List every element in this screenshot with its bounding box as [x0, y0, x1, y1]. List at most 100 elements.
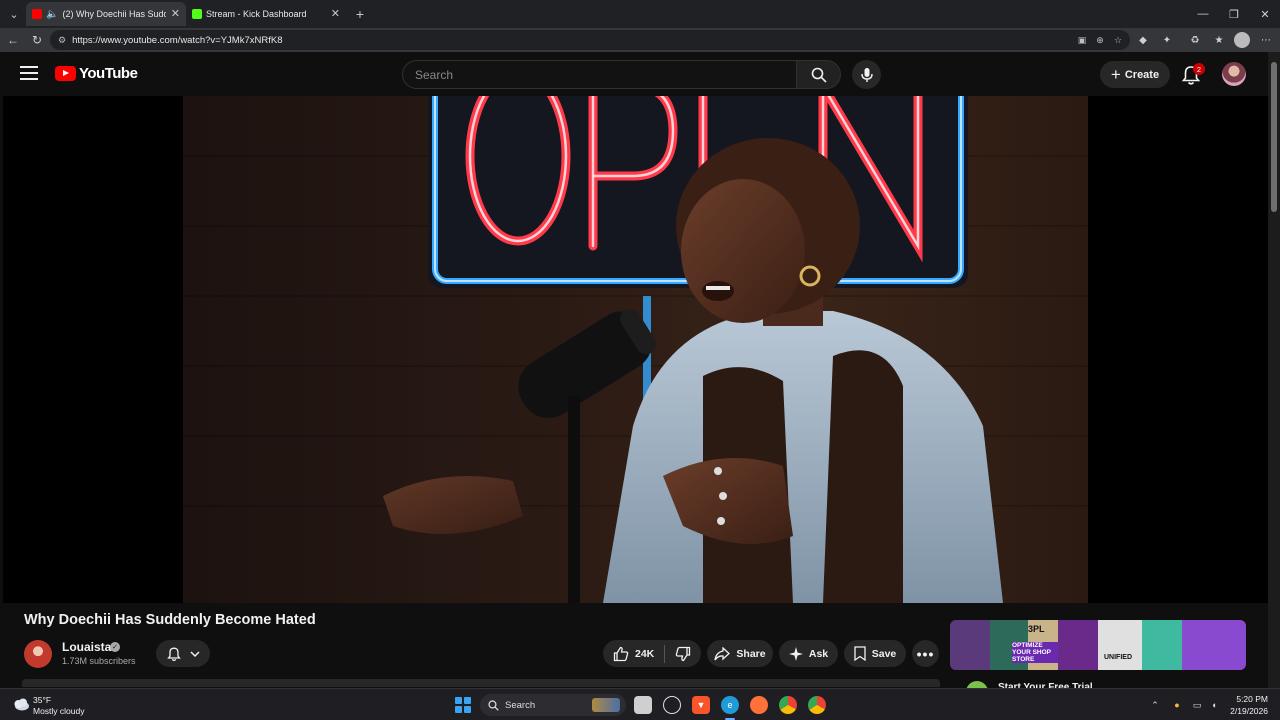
brave-browser-icon[interactable]: ▼: [692, 696, 710, 714]
create-label: Create: [1124, 68, 1160, 81]
bell-icon: [167, 647, 181, 661]
ring: [719, 492, 727, 500]
youtube-play-icon: [55, 66, 76, 81]
person-shirt: [603, 311, 1003, 603]
more-dots-icon: •••: [916, 645, 935, 662]
thumb-text: UNIFIED: [1104, 654, 1132, 661]
puzzle-icon[interactable]: ✦: [1159, 32, 1175, 48]
description-box[interactable]: [22, 679, 940, 687]
clock-time[interactable]: 5:20 PM: [1232, 694, 1268, 704]
reload-icon[interactable]: ↻: [27, 30, 47, 50]
weather-description[interactable]: Mostly cloudy: [33, 706, 85, 716]
url-text: https://www.youtube.com/watch?v=YJMk7xNR…: [72, 34, 283, 46]
save-label: Save: [871, 647, 897, 660]
address-bar[interactable]: ⚙ https://www.youtube.com/watch?v=YJMk7x…: [50, 30, 1130, 50]
video-player[interactable]: [3, 96, 1268, 603]
favorites-icon[interactable]: ★: [1211, 32, 1227, 48]
dislike-button[interactable]: [665, 640, 701, 667]
windows-start-icon[interactable]: [455, 697, 471, 713]
mic-stand: [568, 396, 580, 603]
thumb-tile: [950, 620, 990, 670]
tray-microphone-icon[interactable]: ●: [1170, 698, 1184, 712]
tab-kick[interactable]: Stream - Kick Dashboard ✕: [186, 2, 346, 26]
window-close-icon[interactable]: ✕: [1250, 4, 1280, 24]
search-icon: [488, 699, 499, 711]
share-arrow-icon: [714, 646, 731, 660]
bookmark-star-icon[interactable]: ☆: [1111, 33, 1125, 47]
youtube-wordmark: YouTube: [79, 65, 138, 82]
search-button[interactable]: [796, 60, 841, 89]
app-install-icon[interactable]: ▣: [1075, 33, 1089, 47]
more-actions-button[interactable]: •••: [912, 640, 939, 667]
minimize-icon[interactable]: —: [1188, 4, 1218, 24]
zoom-icon[interactable]: ⊕: [1093, 33, 1107, 47]
page-scrollbar[interactable]: [1268, 52, 1280, 688]
channel-name[interactable]: Louaista: [62, 640, 111, 654]
thumb-tile: [1182, 620, 1246, 670]
edge-browser-icon[interactable]: e: [721, 696, 739, 714]
notification-badge: 2: [1193, 63, 1205, 75]
menu-dots-icon[interactable]: ⋯: [1258, 32, 1274, 48]
close-tab-icon[interactable]: ✕: [171, 7, 180, 20]
task-view-icon[interactable]: [634, 696, 652, 714]
person-face: [681, 179, 805, 323]
tray-volume-icon[interactable]: ◖: [1207, 698, 1221, 712]
tab-list-chevron-icon[interactable]: ⌄: [4, 4, 24, 24]
youtube-favicon-icon: [32, 9, 42, 19]
restore-icon[interactable]: ❐: [1219, 4, 1249, 24]
hamburger-menu-icon[interactable]: [20, 66, 38, 80]
search-icon: [811, 67, 827, 83]
account-avatar[interactable]: [1222, 62, 1246, 86]
new-tab-icon[interactable]: +: [350, 4, 370, 24]
tray-network-icon[interactable]: ▭: [1190, 698, 1204, 712]
taskbar-search[interactable]: Search: [480, 694, 626, 716]
cloud-weather-icon[interactable]: [12, 697, 30, 711]
thumb-tile: [1142, 620, 1182, 670]
like-button[interactable]: 24K: [603, 640, 664, 667]
verified-check-icon: ✓: [110, 642, 120, 652]
thumb-tile: [1098, 620, 1142, 670]
thumbs-up-icon: [613, 646, 629, 661]
sparkle-icon: [788, 646, 803, 661]
youtube-header: YouTube Search + Create: [0, 52, 1268, 96]
voice-search-button[interactable]: [852, 60, 881, 89]
profile-icon[interactable]: [1234, 32, 1250, 48]
firefox-icon[interactable]: [750, 696, 768, 714]
like-dislike-group: 24K: [603, 640, 701, 667]
chrome-icon[interactable]: [779, 696, 797, 714]
speaker-icon[interactable]: 🔈: [46, 9, 58, 20]
back-icon[interactable]: ←: [3, 30, 23, 50]
weather-temperature[interactable]: 35°F: [33, 695, 51, 705]
copilot-icon[interactable]: [663, 696, 681, 714]
subscription-bell-button[interactable]: [156, 640, 210, 667]
scrollbar-thumb[interactable]: [1271, 62, 1277, 212]
thumb-tile: [1058, 620, 1098, 670]
channel-avatar[interactable]: [24, 640, 52, 668]
save-button[interactable]: Save: [844, 640, 906, 667]
youtube-logo[interactable]: YouTube: [55, 65, 138, 82]
search-input[interactable]: Search: [402, 60, 796, 89]
thumb-text: OPTIMIZE YOUR SHOP STORE: [1012, 642, 1058, 663]
plus-icon: +: [1110, 64, 1121, 84]
ask-label: Ask: [808, 647, 829, 660]
create-button[interactable]: + Create: [1100, 61, 1170, 88]
person-hand-right: [383, 476, 523, 534]
person-teeth: [706, 286, 730, 290]
ask-button[interactable]: Ask: [779, 640, 838, 667]
tab-youtube[interactable]: 🔈 (2) Why Doechii Has Suddenly Become Ha…: [26, 2, 186, 26]
sync-icon[interactable]: ♻: [1187, 32, 1203, 48]
thumb-text: 3PL: [1028, 624, 1045, 634]
tray-chevron-up-icon[interactable]: ⌃: [1148, 698, 1162, 712]
share-label: Share: [736, 647, 766, 660]
search-highlight-art: [592, 698, 620, 712]
share-button[interactable]: Share: [707, 640, 773, 667]
site-info-icon[interactable]: ⚙: [58, 35, 66, 46]
windows-taskbar: 35°F Mostly cloudy Search ▼ e ⌃ ● ▭ ◖ 5:…: [0, 688, 1280, 720]
close-tab-icon[interactable]: ✕: [331, 7, 340, 20]
browser-tab-strip: ⌄ 🔈 (2) Why Doechii Has Suddenly Become …: [0, 0, 1280, 28]
clock-date[interactable]: 2/19/2026: [1225, 706, 1268, 716]
chevron-down-icon: [190, 650, 200, 657]
extension-icon[interactable]: ◆: [1135, 32, 1151, 48]
sidebar-ad-thumbnail[interactable]: 3PL OPTIMIZE YOUR SHOP STORE UNIFIED: [950, 620, 1246, 670]
chrome-profile-icon[interactable]: [808, 696, 826, 714]
